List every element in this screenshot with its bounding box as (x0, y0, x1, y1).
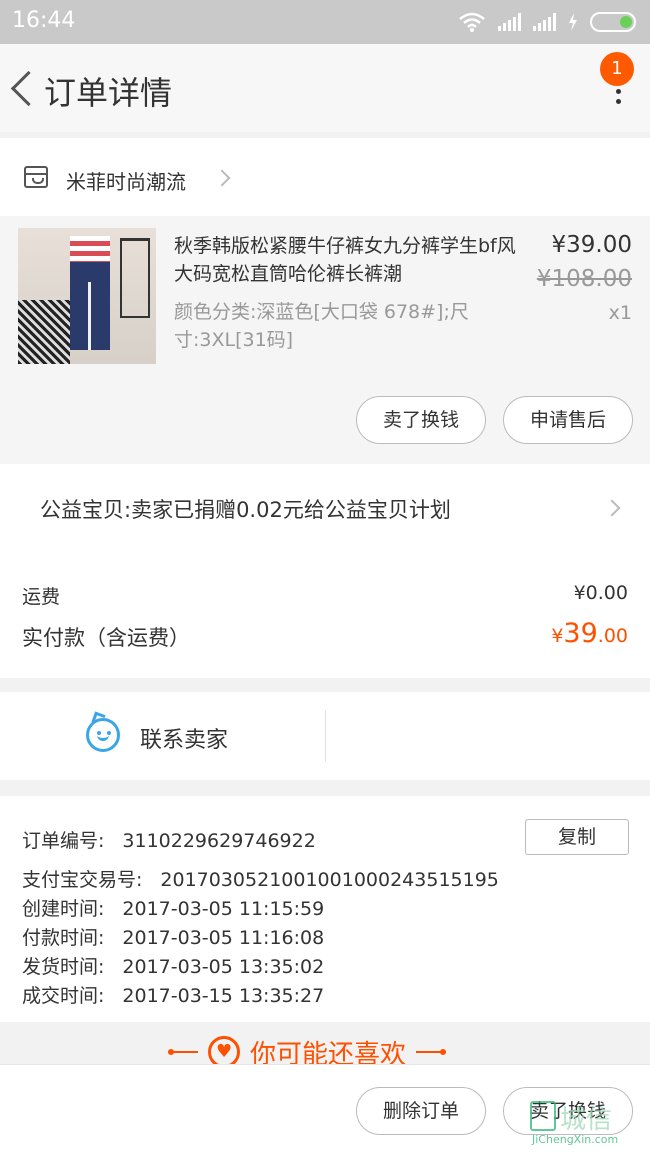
info-value: 2017030521001001000243515195 (160, 869, 499, 891)
signal-icon (498, 13, 521, 31)
watermark-text: 城信 (560, 1105, 613, 1135)
back-arrow-icon[interactable] (6, 66, 38, 110)
shipped-time-row: 发货时间: 2017-03-05 13:35:02 (22, 952, 324, 979)
charging-icon (569, 13, 577, 31)
status-icons (458, 10, 636, 34)
divider (325, 710, 326, 762)
shipping-value: ¥0.00 (573, 582, 628, 604)
bottom-action-bar: 删除订单 卖了换钱 城信 JiChengXin.com (0, 1064, 650, 1155)
notification-badge: 1 (600, 52, 634, 86)
product-item[interactable]: 秋季韩版松紧腰牛仔裤女九分裤学生bf风大码宽松直筒哈伦裤长裤潮 颜色分类:深蓝色… (0, 216, 650, 464)
watermark-logo: 城信 JiChengXin.com (526, 1097, 646, 1153)
product-quantity: x1 (608, 302, 632, 324)
status-bar: 16:44 (0, 0, 650, 44)
recommend-title: 你可能还喜欢 (250, 1039, 407, 1067)
info-label: 支付宝交易号: (22, 869, 143, 891)
paid-integer: 39 (563, 618, 598, 649)
recommend-banner: 你可能还喜欢 (0, 1022, 650, 1066)
shipping-fee-row: 运费 ¥0.00 (22, 582, 628, 609)
info-value: 2017-03-05 13:35:02 (122, 956, 325, 978)
heart-icon (208, 1036, 240, 1066)
product-original-price: ¥108.00 (536, 266, 632, 292)
shop-name: 米菲时尚潮流 (66, 170, 186, 194)
paid-amount: ¥39.00 (551, 618, 628, 649)
after-sale-button[interactable]: 申请售后 (503, 396, 633, 444)
chevron-right-icon (213, 169, 231, 187)
store-icon (24, 166, 48, 188)
status-time: 16:44 (12, 8, 76, 33)
info-label: 发货时间: (22, 956, 105, 978)
shop-row[interactable]: 米菲时尚潮流 (0, 138, 650, 216)
product-spec: 颜色分类:深蓝色[大口袋 678#];尺寸:3XL[31码] (174, 301, 469, 351)
signal-icon-2 (533, 13, 556, 31)
charity-text[interactable]: 公益宝贝:卖家已捐赠0.02元给公益宝贝计划 (40, 494, 451, 524)
info-label: 成交时间: (22, 985, 105, 1007)
paid-time-row: 付款时间: 2017-03-05 11:16:08 (22, 923, 324, 950)
info-label: 创建时间: (22, 898, 105, 920)
info-value: 3110229629746922 (122, 830, 316, 852)
app-header: 订单详情 1 (0, 44, 650, 132)
contact-seller-bar: 联系卖家 (0, 692, 650, 780)
delete-order-button[interactable]: 删除订单 (356, 1087, 486, 1135)
chevron-right-icon (603, 499, 621, 517)
order-info: 订单编号: 3110229629746922 复制 支付宝交易号: 20170305… (0, 796, 650, 1022)
watermark-sub: JiChengXin.com (532, 1133, 619, 1146)
paid-currency: ¥ (551, 625, 564, 647)
info-label: 付款时间: (22, 927, 105, 949)
sell-button[interactable]: 卖了换钱 (356, 396, 486, 444)
info-label: 订单编号: (22, 830, 105, 852)
info-value: 2017-03-15 13:35:27 (122, 985, 325, 1007)
completed-time-row: 成交时间: 2017-03-15 13:35:27 (22, 981, 324, 1008)
created-time-row: 创建时间: 2017-03-05 11:15:59 (22, 894, 324, 921)
info-value: 2017-03-05 11:15:59 (122, 898, 325, 920)
product-title: 秋季韩版松紧腰牛仔裤女九分裤学生bf风大码宽松直筒哈伦裤长裤潮 (174, 235, 516, 285)
decor-line-left (168, 1049, 198, 1055)
contact-seller-button[interactable]: 联系卖家 (140, 722, 228, 754)
page-title: 订单详情 (44, 74, 173, 112)
order-number-row: 订单编号: 3110229629746922 (22, 826, 316, 853)
watermark-icon (530, 1101, 556, 1131)
paid-label: 实付款（含运费） (22, 626, 190, 650)
alipay-trade-row: 支付宝交易号: 2017030521001001000243515195 (22, 865, 499, 892)
copy-button[interactable]: 复制 (525, 819, 629, 855)
paid-decimal: .00 (597, 625, 628, 647)
info-value: 2017-03-05 11:16:08 (122, 927, 325, 949)
product-image[interactable] (18, 228, 156, 364)
product-price: ¥39.00 (551, 232, 632, 258)
battery-icon (590, 12, 636, 32)
chat-smile-icon[interactable] (86, 718, 120, 752)
decor-line-right (416, 1049, 447, 1055)
shipping-label: 运费 (22, 586, 61, 608)
payment-section: 公益宝贝:卖家已捐赠0.02元给公益宝贝计划 运费 ¥0.00 实付款（含运费）… (0, 464, 650, 678)
wifi-icon (459, 12, 485, 32)
